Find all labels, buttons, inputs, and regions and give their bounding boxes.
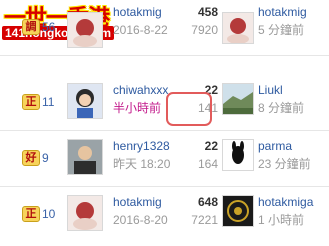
poster-name[interactable]: henry1328 [113,139,170,153]
reply-count: 22 [204,139,218,153]
avatar[interactable] [67,12,103,48]
avatar[interactable] [67,83,103,119]
poster-name[interactable]: hotakmig [113,195,162,209]
last-poster-avatar[interactable] [222,195,254,227]
table-row: 正 11 chiwahxxx 半小時前 22 141 Liukl 8 分鐘前 [0,75,329,131]
thread-count: 11 [42,95,55,109]
post-time: 2016-8-20 [113,213,168,227]
view-count: 7221 [191,213,218,227]
last-post-time: 8 分鐘前 [258,101,305,115]
last-poster-avatar[interactable] [222,12,254,44]
reply-count: 458 [197,5,218,19]
table-row: 調 56 hotakmig 2016-8-22 458 7920 hotakmi… [0,0,329,56]
view-count: 164 [197,157,218,171]
last-poster-name[interactable]: hotakmig [258,5,307,19]
view-count: 7920 [191,23,218,37]
post-time: 半小時前 [113,101,162,115]
last-poster-avatar[interactable] [222,83,254,115]
poster-name[interactable]: chiwahxxx [113,83,168,97]
table-row: 好 9 henry1328 昨天 18:20 22 164 parma 23 分… [0,131,329,187]
last-post-time: 5 分鐘前 [258,23,305,37]
last-poster-name[interactable]: Liukl [258,83,283,97]
thread-badge: 調 [22,19,40,35]
last-post-time: 1 小時前 [258,213,305,227]
thread-count: 10 [42,207,56,221]
highlight-box [166,92,212,126]
last-poster-avatar[interactable] [222,139,254,171]
thread-count: 9 [42,151,49,165]
avatar[interactable] [67,195,103,231]
last-post-time: 23 分鐘前 [258,157,311,171]
last-poster-name[interactable]: parma [258,139,292,153]
last-poster-name[interactable]: hotakmiga [258,195,313,209]
post-time: 2016-8-22 [113,23,168,37]
thread-badge: 正 [22,206,40,222]
avatar[interactable] [67,139,103,175]
poster-name[interactable]: hotakmig [113,5,162,19]
thread-badge: 正 [22,94,40,110]
table-row: 正 10 hotakmig 2016-8-20 648 7221 hotakmi… [0,187,329,243]
thread-badge: 好 [22,150,40,166]
post-time: 昨天 18:20 [113,157,171,171]
thread-count: 56 [42,20,56,34]
reply-count: 648 [197,195,218,209]
